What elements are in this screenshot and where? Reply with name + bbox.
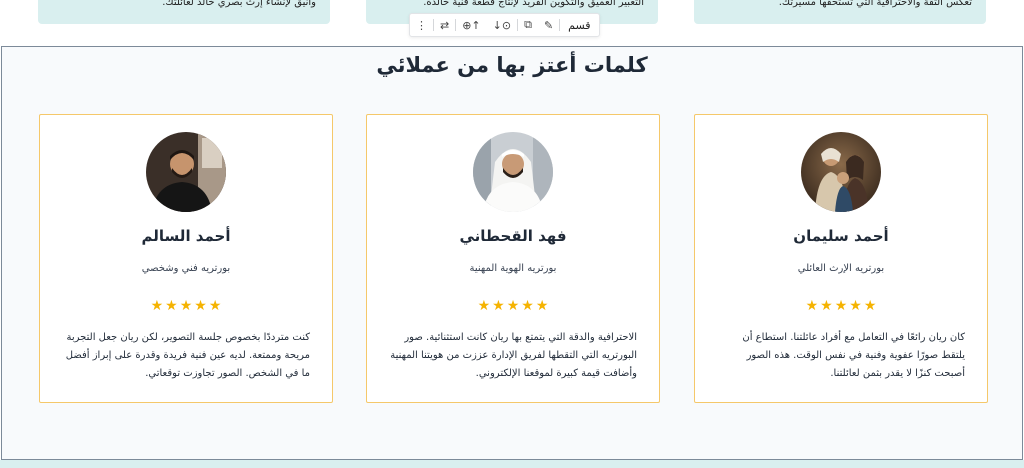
- man-portrait-image: [146, 132, 226, 212]
- previous-card-text: وأنيق لإنشاء إرث بصري خالد لعائلتك.: [162, 0, 316, 8]
- star-icon: ★: [820, 298, 833, 314]
- section-label[interactable]: قسم: [560, 14, 598, 36]
- more-options-icon[interactable]: ⋮: [410, 14, 433, 36]
- testimonials-section[interactable]: كلمات أعتز بها من عملائي أحمد سليمان بور…: [1, 46, 1023, 460]
- section-title: كلمات أعتز بها من عملائي: [376, 53, 648, 77]
- toolbar-divider: [455, 19, 457, 31]
- client-name: فهد القحطاني: [459, 227, 567, 245]
- testimonial-quote: كنت مترددًا بخصوص جلسة التصوير، لكن ريان…: [65, 332, 310, 379]
- next-section-strip: [0, 460, 1024, 468]
- testimonial-card: أحمد السالم بورتريه فني وشخصي ★ ★ ★ ★ ★ كنت …: [39, 114, 333, 403]
- star-icon: ★: [834, 298, 848, 314]
- previous-card-text: التعبير العميق والتكوين الفريد لإنتاج قط…: [423, 0, 644, 8]
- previous-card-left: وأنيق لإنشاء إرث بصري خالد لعائلتك.: [38, 0, 330, 24]
- move-down-icon[interactable]: ↓⊙: [487, 14, 517, 36]
- swap-icon[interactable]: ⇄: [434, 14, 455, 36]
- testimonial-quote: كان ريان رائعًا في التعامل مع أفراد عائل…: [742, 332, 965, 379]
- star-icon: ★: [477, 298, 491, 314]
- move-up-icon[interactable]: ⊕↑: [456, 14, 486, 36]
- duplicate-icon[interactable]: ⧉: [518, 14, 538, 36]
- edit-icon[interactable]: ✎: [538, 14, 559, 36]
- star-icon: ★: [492, 298, 505, 314]
- toolbar-divider: [433, 19, 434, 31]
- star-icon: ★: [208, 298, 222, 314]
- star-icon: ★: [863, 298, 877, 314]
- family-portrait-image: [801, 132, 881, 212]
- rating-stars: ★ ★ ★ ★ ★: [695, 295, 987, 314]
- previous-card-text: تعكس الثقة والاحترافية التي تستحقها مسير…: [778, 0, 972, 8]
- client-role: بورتريه الهوية المهنية: [469, 263, 557, 274]
- star-icon: ★: [521, 298, 534, 314]
- star-icon: ★: [535, 298, 549, 314]
- star-icon: ★: [179, 298, 193, 314]
- star-icon: ★: [506, 298, 520, 314]
- rating-stars: ★ ★ ★ ★ ★: [367, 295, 659, 314]
- client-role: بورتريه الإرث العائلي: [797, 263, 885, 274]
- toolbar-divider: [517, 19, 519, 31]
- star-icon: ★: [150, 298, 164, 314]
- star-icon: ★: [849, 298, 862, 314]
- client-name: أحمد السالم: [141, 227, 231, 245]
- star-icon: ★: [165, 298, 178, 314]
- star-icon: ★: [194, 298, 207, 314]
- testimonial-quote: الاحترافية والدقة التي يتمتع بها ريان كا…: [390, 332, 637, 379]
- testimonial-card: أحمد سليمان بورتريه الإرث العائلي ★ ★ ★ ★ ★ …: [694, 114, 988, 403]
- client-role: بورتريه فني وشخصي: [141, 263, 231, 274]
- businessman-image: [473, 132, 553, 212]
- client-name: أحمد سليمان: [793, 227, 889, 245]
- previous-card-right: تعكس الثقة والاحترافية التي تستحقها مسير…: [694, 0, 986, 24]
- businessman-avatar: [473, 132, 553, 212]
- testimonial-card: فهد القحطاني بورتريه الهوية المهنية ★ ★ ★ ★…: [366, 114, 660, 403]
- section-toolbar: قسم ✎ ⧉ ↓⊙ ⊕↑ ⇄ ⋮: [409, 13, 600, 37]
- rating-stars: ★ ★ ★ ★ ★: [40, 295, 332, 314]
- man-portrait-avatar: [146, 132, 226, 212]
- family-portrait-avatar: [801, 132, 881, 212]
- toolbar-divider: [559, 19, 561, 31]
- star-icon: ★: [805, 298, 819, 314]
